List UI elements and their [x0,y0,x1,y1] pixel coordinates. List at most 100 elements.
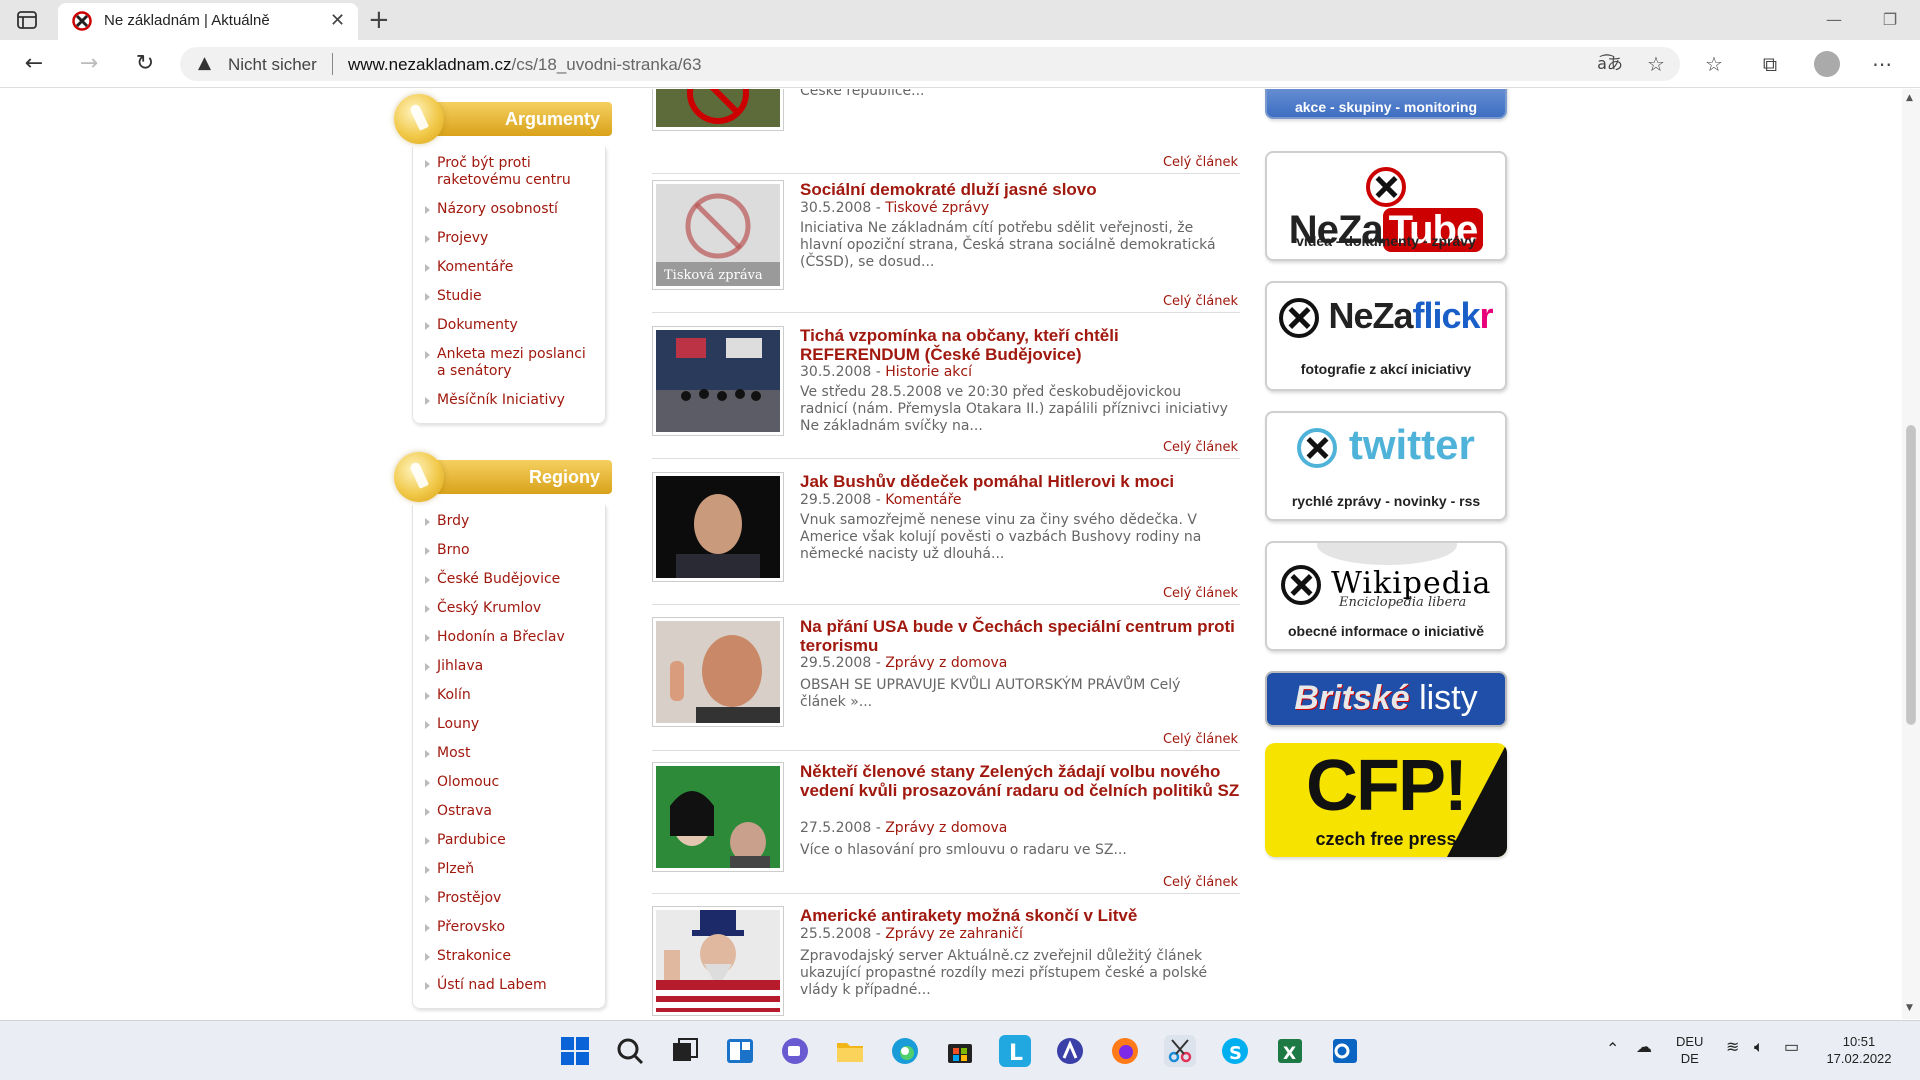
article-title[interactable]: Tichá vzpomínka na občany, kteří chtěli … [800,326,1240,364]
article-title[interactable]: Jak Bushův dědeček pomáhal Hitlerovi k m… [800,472,1240,491]
sidebar-link[interactable]: Přerovsko [413,915,605,944]
sidebar-link[interactable]: České Budějovice [413,567,605,596]
sidebar-link[interactable]: Studie [413,284,605,313]
article-category[interactable]: Komentáře [885,492,961,508]
cfp-banner[interactable]: CFP! czech free press [1265,743,1507,857]
close-tab-icon[interactable]: ✕ [330,11,345,31]
britske-listy-banner[interactable]: Britské listy [1265,671,1507,727]
sidebar-link[interactable]: Anketa mezi poslanci a senátory [413,342,605,388]
sidebar-link[interactable]: Ostrava [413,799,605,828]
page-scrollbar[interactable]: ▲ ▼ [1902,89,1920,1019]
restore-icon[interactable]: ❐ [1862,0,1918,40]
sidebar-link[interactable]: Dokumenty [413,313,605,342]
url-bar[interactable]: ▲ Nicht sicher www.nezakladnam.cz/cs/18_… [180,47,1680,81]
sidebar-link[interactable]: Brno [413,538,605,567]
collections-icon[interactable]: ⧉ [1756,50,1784,78]
lexikon-icon[interactable]: L [999,1035,1031,1067]
app-a-icon[interactable] [1054,1035,1086,1067]
volume-icon[interactable]: 🔈︎ [1754,1039,1764,1056]
sidebar-link[interactable]: Ústí nad Labem [413,973,605,1002]
article-title[interactable]: Americké antirakety možná skončí v Litvě [800,906,1240,925]
article-title[interactable]: Sociální demokraté dluží jasné slovo [800,180,1240,199]
warning-icon[interactable]: ▲ [198,53,211,73]
article-thumbnail[interactable]: Tisková zpráva [652,180,784,290]
akce-banner[interactable]: akce - skupiny - monitoring [1265,89,1507,119]
sidebar-link[interactable]: Pardubice [413,828,605,857]
article-thumbnail[interactable] [652,762,784,872]
sidebar-link[interactable]: Prostějov [413,886,605,915]
sidebar-link[interactable]: Jihlava [413,654,605,683]
add-favorite-icon[interactable]: ☆ [1642,50,1670,78]
task-view-icon[interactable] [669,1035,701,1067]
read-more-link[interactable]: Celý článek [1163,440,1238,455]
sidebar-link[interactable]: Olomouc [413,770,605,799]
sidebar-link[interactable]: Brdy [413,509,605,538]
read-more-link[interactable]: Celý článek [1163,875,1238,890]
sidebar-link[interactable]: Projevy [413,226,605,255]
article-thumbnail[interactable] [652,472,784,582]
back-icon[interactable]: ← [20,50,48,78]
more-menu-icon[interactable]: ⋯ [1868,50,1896,78]
skype-icon[interactable]: S [1219,1035,1251,1067]
article-thumbnail[interactable] [652,326,784,436]
nezatube-banner[interactable]: NeZa Tube videa - dokumenty - zprávy [1265,151,1507,261]
article-category[interactable]: Zprávy z domova [885,655,1007,671]
article-thumbnail[interactable] [652,617,784,727]
scroll-down-icon[interactable]: ▼ [1906,1003,1913,1013]
read-more-link[interactable]: Celý článek [1163,155,1238,170]
article-category[interactable]: Zprávy z domova [885,820,1007,836]
sidebar-link[interactable]: Český Krumlov [413,596,605,625]
sidebar-link[interactable]: Most [413,741,605,770]
wifi-icon[interactable]: ≋ [1726,1039,1739,1056]
profile-avatar[interactable] [1814,51,1840,77]
file-explorer-icon[interactable] [834,1035,866,1067]
outlook-icon[interactable] [1329,1035,1361,1067]
battery-icon[interactable]: ▭ [1784,1039,1799,1056]
snipping-tool-icon[interactable] [1164,1035,1196,1067]
sidebar-link[interactable]: Plzeň [413,857,605,886]
article-title[interactable]: Někteří členové stany Zelených žádají vo… [800,762,1240,800]
article-thumbnail[interactable] [652,906,784,1016]
article-category[interactable]: Tiskové zprávy [885,200,989,216]
excel-icon[interactable]: X [1274,1035,1306,1067]
reload-icon[interactable]: ↻ [131,50,159,78]
input-language[interactable]: DEU DE [1676,1033,1703,1067]
onedrive-icon[interactable]: ☁ [1636,1039,1652,1056]
article-category[interactable]: Zprávy ze zahraničí [885,926,1023,942]
active-tab[interactable]: Ne základnám | Aktuálně ✕ [58,3,358,40]
twitter-banner[interactable]: twitter rychlé zprávy - novinky - rss [1265,411,1507,521]
favorites-icon[interactable]: ☆ [1700,50,1728,78]
security-label[interactable]: Nicht sicher [228,55,317,75]
show-hidden-icons[interactable]: ⌃ [1606,1041,1619,1058]
minimize-icon[interactable]: — [1806,0,1862,40]
edge-icon[interactable] [889,1035,921,1067]
scroll-up-icon[interactable]: ▲ [1906,93,1913,103]
sidebar-link[interactable]: Louny [413,712,605,741]
sidebar-link[interactable]: Názory osobností [413,197,605,226]
forward-icon[interactable]: → [75,50,103,78]
url-text[interactable]: www.nezakladnam.cz/cs/18_uvodni-stranka/… [348,55,701,75]
widgets-icon[interactable] [724,1035,756,1067]
sidebar-link[interactable]: Kolín [413,683,605,712]
clock[interactable]: 10:51 17.02.2022 [1822,1033,1896,1067]
new-tab-icon[interactable]: + [368,5,390,35]
nezaflickr-banner[interactable]: NeZaflickr fotografie z akcí iniciativy [1265,281,1507,391]
chat-icon[interactable] [779,1035,811,1067]
wikipedia-banner[interactable]: Wikipedia Enciclopedia libera obecné inf… [1265,541,1507,651]
article-thumbnail[interactable] [652,89,784,131]
search-icon[interactable] [614,1035,646,1067]
read-more-link[interactable]: Celý článek [1163,732,1238,747]
sidebar-link[interactable]: Měsíčník Iniciativy [413,388,605,417]
start-icon[interactable] [559,1035,591,1067]
sidebar-link[interactable]: Hodonín a Břeclav [413,625,605,654]
article-category[interactable]: Historie akcí [885,364,972,380]
read-more-link[interactable]: Celý článek [1163,294,1238,309]
read-aloud-icon[interactable]: a͡あ [1596,50,1624,78]
sidebar-link[interactable]: Strakonice [413,944,605,973]
firefox-icon[interactable] [1109,1035,1141,1067]
read-more-link[interactable]: Celý článek [1163,586,1238,601]
sidebar-link[interactable]: Proč být proti raketovému centru [413,151,605,197]
tab-actions-icon[interactable] [16,9,38,31]
article-title[interactable]: Na přání USA bude v Čechách speciální ce… [800,617,1240,655]
scrollbar-thumb[interactable] [1906,425,1916,725]
